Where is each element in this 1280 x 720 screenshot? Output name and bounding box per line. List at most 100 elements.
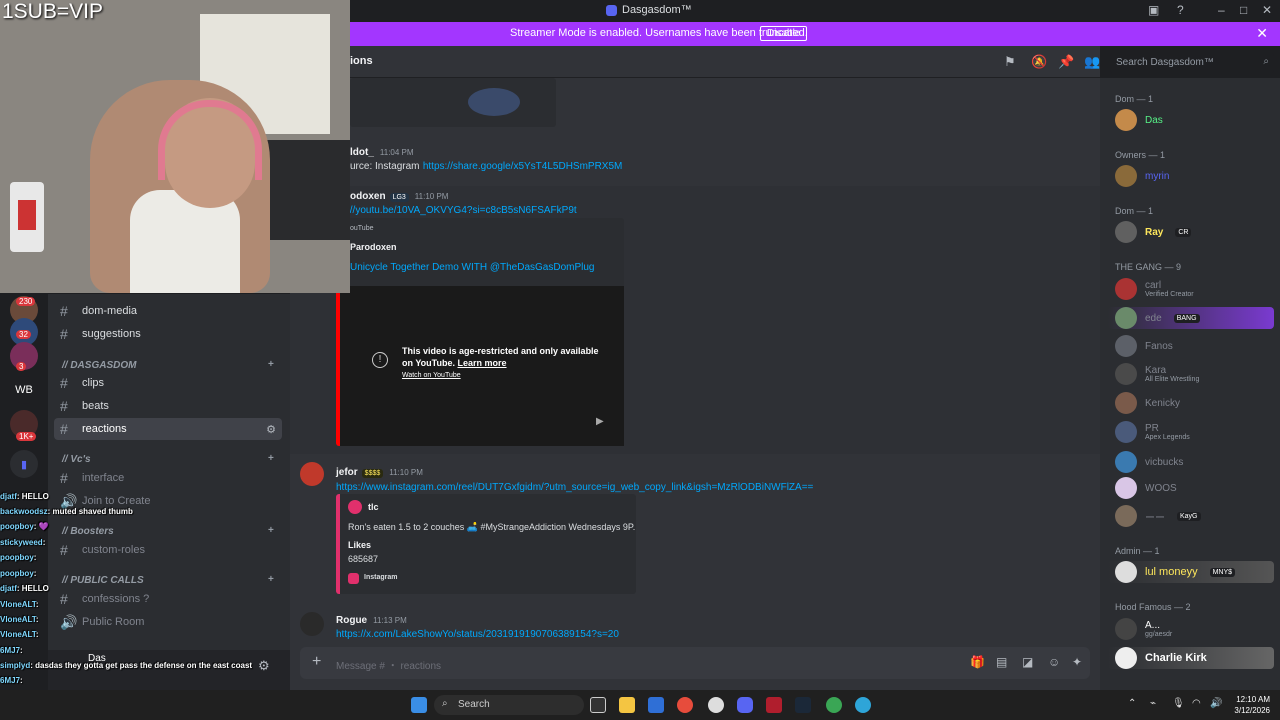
folder-icon[interactable]: ▮ <box>10 450 38 478</box>
member-item[interactable]: ede BANG <box>1108 307 1274 329</box>
message-input[interactable]: Message # ・ reactions <box>336 657 441 672</box>
search-input[interactable]: Search Dasgasdom™ ⌕ <box>1110 53 1274 73</box>
avatar <box>1115 363 1137 385</box>
minimize-button[interactable]: – <box>1218 3 1225 17</box>
avatar <box>1115 392 1137 414</box>
chat-message: : dasdas they gotta get pass the defense… <box>30 661 253 670</box>
mic-icon[interactable]: 🎙 <box>1172 698 1185 709</box>
message-author[interactable]: Rogue <box>336 615 367 626</box>
channel-clips[interactable]: # clips <box>54 372 282 394</box>
channel-dom-media[interactable]: # dom-media <box>54 300 282 322</box>
threads-icon[interactable]: ⚑ <box>1004 54 1016 70</box>
chat-overlay-line: simplyd: dasdas they gotta get pass the … <box>0 661 300 670</box>
wifi-icon[interactable]: ◠ <box>1192 698 1201 709</box>
message-author[interactable]: jefor <box>336 467 358 478</box>
task-view-icon[interactable] <box>590 697 606 713</box>
message-link[interactable]: https://x.com/LakeShowYo/status/20319191… <box>336 629 619 640</box>
role-header: Admin — 1 <box>1115 546 1160 556</box>
embed-author[interactable]: Parodoxen <box>350 242 397 252</box>
search-icon: ⌕ <box>442 698 448 709</box>
message-text: urce: Instagram <box>350 161 420 172</box>
attach-plus-icon[interactable]: + <box>312 653 321 671</box>
avatar[interactable] <box>300 462 324 486</box>
embed-title[interactable]: Unicycle Together Demo WITH @TheDasGasDo… <box>350 262 595 273</box>
learn-more-link[interactable]: Learn more <box>458 358 507 368</box>
chat-overlay-line: djatf: HELLO <box>0 492 300 501</box>
discord-icon[interactable] <box>737 697 753 713</box>
file-explorer-icon[interactable] <box>619 697 635 713</box>
member-list-icon[interactable]: 👥 <box>1084 54 1100 70</box>
member-item[interactable]: Fanos <box>1115 335 1173 357</box>
add-channel-icon[interactable]: + <box>268 359 274 370</box>
chrome-icon[interactable] <box>677 697 693 713</box>
member-item[interactable]: lul moneyy MNY$ <box>1108 561 1274 583</box>
settings-gear-icon[interactable]: ⚙ <box>266 423 276 436</box>
disable-button[interactable]: Disable <box>760 26 808 41</box>
chrome-icon-2[interactable] <box>826 697 842 713</box>
member-item[interactable]: PR Apex Legends <box>1115 421 1190 443</box>
pin-icon[interactable]: 📌 <box>1058 54 1074 70</box>
browser-icon[interactable] <box>855 697 871 713</box>
tray-chevron-icon[interactable]: ⌃ <box>1128 698 1136 709</box>
channel-reactions[interactable]: # reactions ⚙ <box>54 418 282 440</box>
search-icon: ⌕ <box>1263 56 1269 67</box>
member-item[interactable]: ーー KayG <box>1115 505 1201 527</box>
volume-icon[interactable]: 🔊 <box>1210 698 1222 709</box>
maximize-button[interactable]: □ <box>1240 3 1247 17</box>
store-icon[interactable] <box>648 697 664 713</box>
close-banner-icon[interactable]: ✕ <box>1256 25 1268 42</box>
channel-interface[interactable]: # interface <box>54 467 282 489</box>
chat-user: stickyweed <box>0 538 43 547</box>
role-header: THE GANG — 9 <box>1115 262 1182 272</box>
network-icon[interactable]: ⌁ <box>1150 698 1156 709</box>
message-author[interactable]: ldot_ <box>350 147 374 158</box>
avatar[interactable] <box>300 612 324 636</box>
acrobat-icon[interactable] <box>766 697 782 713</box>
message-author[interactable]: odoxen <box>350 191 386 202</box>
gif-icon[interactable]: ▤ <box>996 655 1007 669</box>
taskbar: ⌕ Search ⌃ ⌁ 🎙 ◠ 🔊 12:10 AM 3/12/2026 <box>0 690 1280 720</box>
member-item[interactable]: carl Verified Creator <box>1115 278 1194 300</box>
category-vcs[interactable]: // Vc's + <box>62 453 274 465</box>
message-timestamp: 11:13 PM <box>373 616 407 625</box>
server-icon-wb[interactable]: WB <box>10 376 38 404</box>
embed-author-avatar <box>348 500 362 514</box>
member-item[interactable]: Charlie Kirk <box>1108 647 1274 669</box>
member-item[interactable]: Kara All Elite Wrestling <box>1115 363 1199 385</box>
member-item[interactable]: vicbucks <box>1115 451 1183 473</box>
avatar <box>1115 165 1137 187</box>
member-item[interactable]: Kenicky <box>1115 392 1180 414</box>
add-channel-icon[interactable]: + <box>268 453 274 464</box>
channel-beats[interactable]: # beats <box>54 395 282 417</box>
embed-author[interactable]: tlc <box>368 502 379 512</box>
inbox-icon[interactable]: ▣ <box>1148 3 1159 17</box>
notification-bell-icon[interactable]: 🔕 <box>1031 54 1047 70</box>
avatar <box>1115 618 1137 640</box>
message-link[interactable]: https://share.google/x5YsT4L5DHSmPRX5M <box>423 161 623 172</box>
channel-title: ions <box>350 55 373 67</box>
gift-icon[interactable]: 🎁 <box>970 655 985 669</box>
close-window-button[interactable]: ✕ <box>1262 3 1272 17</box>
channel-suggestions[interactable]: # suggestions <box>54 323 282 345</box>
message-link[interactable]: https://www.instagram.com/reel/DUT7Gxfgi… <box>336 482 813 493</box>
user-tag: $$$$ <box>361 469 384 478</box>
taskbar-clock[interactable]: 12:10 AM 3/12/2026 <box>1234 694 1270 716</box>
sticker-icon[interactable]: ◪ <box>1022 655 1033 669</box>
apps-icon[interactable]: ✦ <box>1072 655 1082 669</box>
video-player[interactable]: ! This video is age-restricted and only … <box>340 286 624 446</box>
member-item[interactable]: Ray CR <box>1115 221 1192 243</box>
taskbar-search[interactable]: ⌕ Search <box>434 695 584 715</box>
member-item[interactable]: A... gg/aesdr <box>1115 618 1172 640</box>
steam-icon[interactable] <box>795 697 811 713</box>
windows-start-icon[interactable] <box>411 697 427 713</box>
member-item[interactable]: Das <box>1115 109 1163 131</box>
app-icon[interactable] <box>708 697 724 713</box>
help-icon[interactable]: ? <box>1177 3 1184 17</box>
watch-on-youtube-link[interactable]: Watch on YouTube <box>402 372 461 379</box>
member-item[interactable]: WOOS <box>1115 477 1177 499</box>
member-item[interactable]: myrin <box>1115 165 1169 187</box>
age-restricted-text-2: on YouTube. <box>402 358 455 368</box>
emoji-icon[interactable]: ☺ <box>1048 655 1060 669</box>
message-link[interactable]: s://youtu.be/10VA_OKVYG4?si=c8cB5sN6FSAF… <box>342 205 577 216</box>
category-dasgasdom[interactable]: // DASGASDOM + <box>62 359 274 371</box>
